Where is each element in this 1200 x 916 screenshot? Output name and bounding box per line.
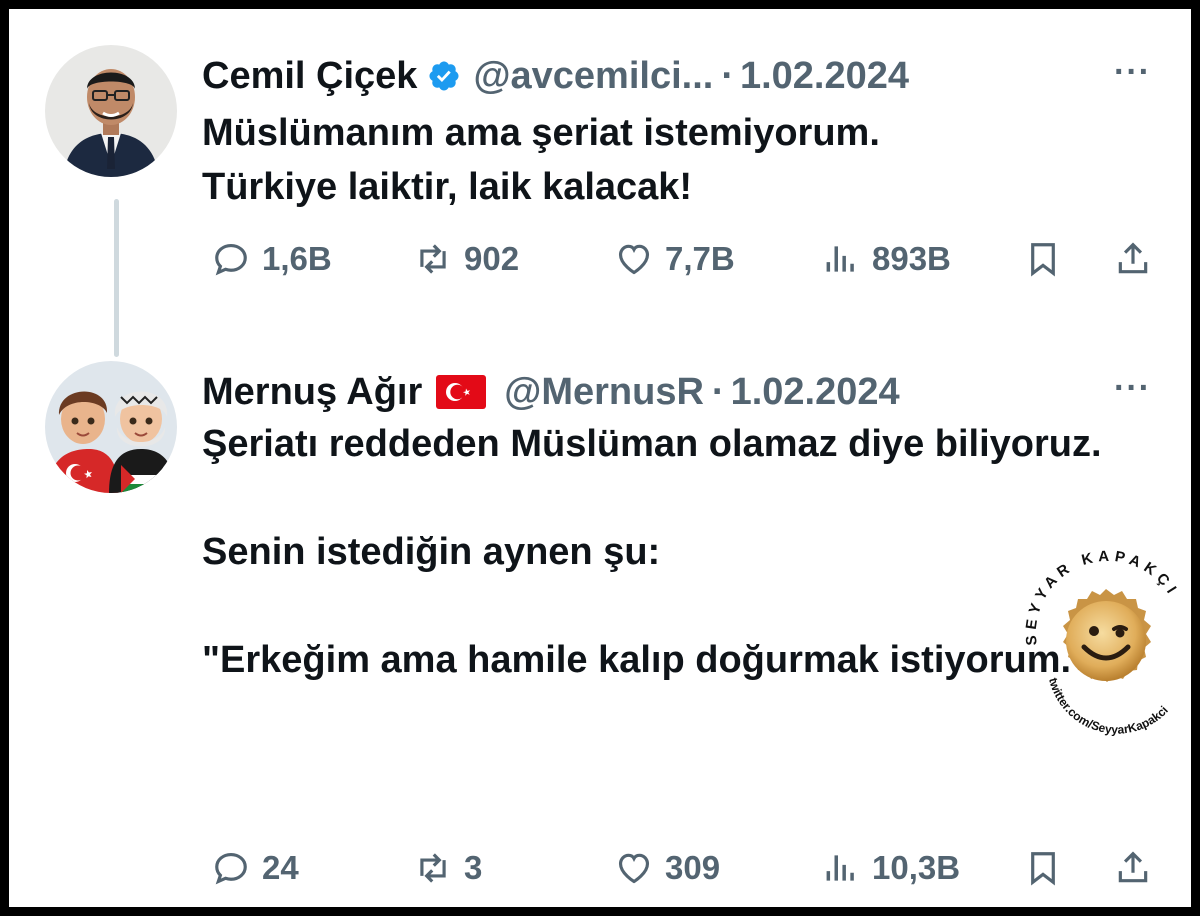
reply-count: 24 xyxy=(262,849,299,886)
display-name[interactable]: Cemil Çiçek xyxy=(202,55,417,98)
avatar[interactable] xyxy=(45,361,177,493)
text-line: Senin istediğin aynen şu: xyxy=(202,531,661,573)
like-button[interactable]: 309 xyxy=(615,838,720,898)
views-icon xyxy=(826,855,854,881)
views-icon xyxy=(826,246,854,272)
heart-icon xyxy=(618,244,650,275)
like-button[interactable]: 7,7B xyxy=(615,229,735,289)
share-icon xyxy=(1118,851,1148,883)
display-name[interactable]: Mernuş Ağır xyxy=(202,371,422,414)
svg-text:twitter.com/SeyyarKapakci: twitter.com/SeyyarKapakci xyxy=(1046,676,1171,736)
like-count: 7,7B xyxy=(665,240,735,277)
share-button[interactable] xyxy=(1114,229,1152,289)
more-options-icon[interactable]: ··· xyxy=(1114,369,1151,408)
separator: · xyxy=(721,54,734,97)
handle[interactable]: @avcemilci... xyxy=(473,55,713,98)
text-line: Türkiye laiktir, laik kalacak! xyxy=(202,166,693,208)
text-line: "Erkeğim ama hamile kalıp doğurmak istiy… xyxy=(202,639,1090,681)
like-count: 309 xyxy=(665,849,721,886)
watermark-url-text: twitter.com/SeyyarKapakci xyxy=(1046,676,1171,736)
view-count: 10,3B xyxy=(872,849,961,886)
heart-icon xyxy=(618,853,650,884)
watermark-logo: SEYYAR KAPAKÇI twitter.com/SeyyarKapakci xyxy=(1009,548,1199,739)
views-button[interactable]: 893B xyxy=(822,229,951,289)
text-line xyxy=(202,471,1102,525)
view-count: 893B xyxy=(872,240,951,277)
turkey-flag-icon xyxy=(436,375,487,409)
retweet-icon xyxy=(420,244,446,274)
timestamp[interactable]: 1.02.2024 xyxy=(740,55,909,98)
more-options-icon[interactable]: ··· xyxy=(1114,53,1151,92)
retweet-button[interactable]: 902 xyxy=(414,229,519,289)
share-icon xyxy=(1118,242,1148,274)
timestamp[interactable]: 1.02.2024 xyxy=(731,371,900,414)
retweet-icon xyxy=(420,853,446,883)
separator: · xyxy=(711,370,725,413)
share-button[interactable] xyxy=(1114,838,1152,898)
retweet-button[interactable]: 3 xyxy=(414,838,482,898)
text-line: Müslümanım ama şeriat istemiyorum. xyxy=(202,112,880,154)
handle[interactable]: @MernusR xyxy=(504,371,704,414)
text-line xyxy=(202,579,1102,633)
reply-count: 1,6B xyxy=(262,240,332,277)
avatar[interactable] xyxy=(45,45,177,177)
text-line: Şeriatı reddeden Müslüman olamaz diye bi… xyxy=(202,423,1102,465)
retweet-count: 3 xyxy=(464,849,483,886)
bookmark-button[interactable] xyxy=(1024,838,1062,898)
reply-button[interactable]: 1,6B xyxy=(212,229,332,289)
retweet-count: 902 xyxy=(464,240,520,277)
tweet-header: Cemil Çiçek @avcemilci... · 1.02.2024 xyxy=(202,46,909,106)
thread-connector-line xyxy=(114,199,119,357)
views-button[interactable]: 10,3B xyxy=(822,838,960,898)
reply-icon xyxy=(215,852,247,885)
tweet-header: Mernuş Ağır @MernusR · 1.02.2024 xyxy=(202,362,900,422)
bookmark-icon xyxy=(1031,852,1055,886)
reply-icon xyxy=(215,243,247,276)
verified-badge-icon xyxy=(427,59,461,93)
bookmark-icon xyxy=(1031,243,1055,277)
bookmark-button[interactable] xyxy=(1024,229,1062,289)
tweet-thread-frame: Cemil Çiçek @avcemilci... · 1.02.2024 ··… xyxy=(9,9,1191,907)
tweet-text: Şeriatı reddeden Müslüman olamaz diye bi… xyxy=(202,417,1102,687)
tweet-text: Müslümanım ama şeriat istemiyorum. Türki… xyxy=(202,106,1102,214)
reply-button[interactable]: 24 xyxy=(212,838,299,898)
action-bar: 24 3 309 10,3B xyxy=(202,838,1162,898)
action-bar: 1,6B 902 7,7B 893B xyxy=(202,229,1162,289)
